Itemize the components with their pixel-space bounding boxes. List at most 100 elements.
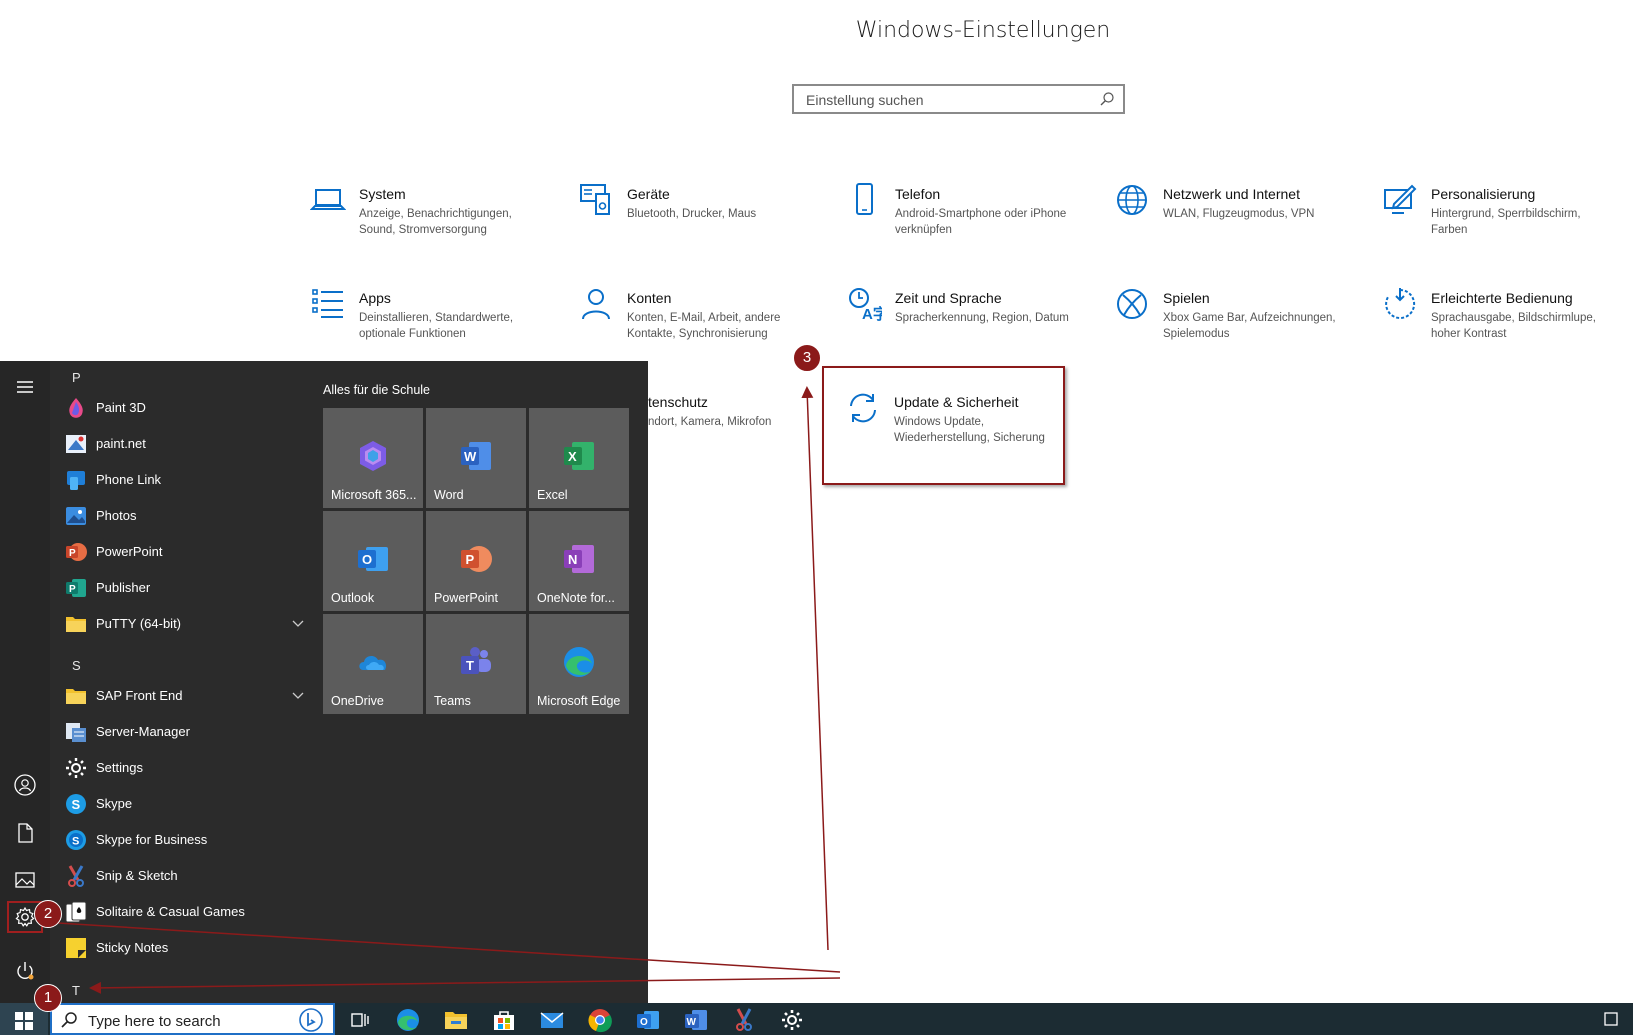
app-name: Settings [96, 760, 143, 775]
tile-description: Xbox Game Bar, Aufzeichnungen, Spielemod… [1163, 312, 1336, 340]
start-tile-excel[interactable]: X Excel [529, 408, 629, 508]
gear-icon[interactable] [779, 1007, 805, 1033]
settings-tile-accounts[interactable]: Konten Konten, E-Mail, Arbeit, andere Ko… [578, 286, 828, 366]
app-sap-front-end-folder[interactable]: SAP Front End [64, 681, 354, 711]
app-snip-sketch[interactable]: Snip & Sketch [64, 861, 354, 891]
tile-description: WLAN, Flugzeugmodus, VPN [1163, 208, 1315, 220]
folder-icon [66, 617, 86, 632]
settings-tile-apps[interactable]: Apps Deinstallieren, Standardwerte, opti… [310, 286, 560, 366]
gear-icon [66, 758, 86, 778]
app-putty-folder[interactable]: PuTTY (64-bit) [64, 609, 354, 639]
app-skype[interactable]: S Skype [64, 789, 354, 819]
svg-text:S: S [72, 797, 81, 812]
excel-icon: X [564, 442, 594, 470]
tile-title: tenschutz [648, 394, 708, 410]
tile-description: Sprachausgabe, Bildschirmlupe, hoher Kon… [1431, 312, 1596, 340]
app-solitaire[interactable]: Solitaire & Casual Games [64, 897, 354, 927]
start-tile-powerpoint[interactable]: P PowerPoint [426, 511, 526, 611]
outlook-icon[interactable]: O [635, 1007, 661, 1033]
app-photos[interactable]: Photos [64, 501, 354, 531]
edge-icon[interactable] [395, 1007, 421, 1033]
taskbar-search-box[interactable] [50, 1003, 335, 1035]
app-name: Skype [96, 796, 133, 811]
notification-icon[interactable] [1603, 1011, 1619, 1027]
svg-text:T: T [466, 658, 474, 673]
tile-title: Geräte [627, 186, 670, 202]
settings-tile-phone[interactable]: Telefon Android-Smartphone oder iPhone v… [846, 182, 1096, 262]
apps-list-icon [312, 289, 343, 318]
phone-icon [856, 183, 873, 215]
power-icon[interactable] [13, 959, 37, 983]
tile-description: ndort, Kamera, Mikrofon [648, 416, 772, 428]
settings-tile-personalization[interactable]: Personalisierung Hintergrund, Sperrbilds… [1382, 182, 1632, 262]
app-server-manager[interactable]: Server-Manager [64, 717, 354, 747]
start-tile-microsoft-365[interactable]: Microsoft 365... [323, 408, 423, 508]
user-account-icon[interactable] [13, 773, 37, 797]
start-tile-edge[interactable]: Microsoft Edge [529, 614, 629, 714]
start-tile-word[interactable]: W Word [426, 408, 526, 508]
app-name: PuTTY (64-bit) [96, 616, 182, 631]
start-tile-onenote[interactable]: N OneNote for... [529, 511, 629, 611]
letter-header-s[interactable]: S [72, 658, 81, 673]
globe-icon [1117, 185, 1147, 215]
task-view-icon[interactable] [347, 1007, 373, 1033]
app-name: Sticky Notes [96, 940, 169, 955]
app-powerpoint[interactable]: P PowerPoint [64, 537, 354, 567]
start-tile-teams[interactable]: T Teams [426, 614, 526, 714]
documents-icon[interactable] [13, 821, 37, 845]
pictures-icon[interactable] [13, 868, 37, 892]
chevron-down-icon[interactable] [292, 690, 304, 700]
teams-icon: T [461, 647, 491, 674]
hamburger-icon[interactable] [13, 375, 37, 399]
publisher-icon: P [66, 579, 86, 597]
app-phone-link[interactable]: Phone Link [64, 465, 354, 495]
settings-tile-network[interactable]: Netzwerk und Internet WLAN, Flugzeugmodu… [1114, 182, 1364, 262]
settings-tile-time-language[interactable]: A字 Zeit und Sprache Spracherkennung, Reg… [846, 286, 1096, 366]
app-paint-3d[interactable]: Paint 3D [64, 393, 354, 423]
photos-icon [66, 507, 86, 525]
settings-search-input[interactable] [804, 86, 1098, 114]
skype-icon: S [66, 794, 86, 814]
paint-3d-icon [69, 398, 83, 418]
microsoft-store-icon[interactable] [491, 1007, 517, 1033]
tile-description: Hintergrund, Sperrbildschirm, Farben [1431, 208, 1581, 236]
svg-text:S: S [72, 836, 79, 848]
tile-label: Excel [537, 488, 568, 502]
outlook-icon: O [358, 547, 388, 571]
folder-icon [66, 689, 86, 704]
settings-tile-devices[interactable]: Geräte Bluetooth, Drucker, Maus [578, 182, 828, 262]
letter-header-t[interactable]: T [72, 983, 80, 998]
app-name: Photos [96, 508, 137, 523]
file-explorer-icon[interactable] [443, 1007, 469, 1033]
search-icon[interactable] [1099, 91, 1115, 107]
start-tile-outlook[interactable]: O Outlook [323, 511, 423, 611]
svg-text:O: O [362, 552, 372, 567]
app-publisher[interactable]: P Publisher [64, 573, 354, 603]
settings-tile-gaming[interactable]: Spielen Xbox Game Bar, Aufzeichnungen, S… [1114, 286, 1364, 366]
chrome-icon[interactable] [587, 1007, 613, 1033]
settings-tile-system[interactable]: System Anzeige, Benachrichtigungen, Soun… [310, 182, 560, 262]
app-settings[interactable]: Settings [64, 753, 354, 783]
mail-icon[interactable] [539, 1007, 565, 1033]
phone-link-icon [67, 471, 85, 490]
snip-sketch-icon[interactable] [731, 1007, 757, 1033]
tiles-group-heading[interactable]: Alles für die Schule [323, 383, 430, 397]
tile-title: Spielen [1163, 290, 1210, 306]
bing-icon[interactable] [299, 1008, 323, 1032]
app-name: Solitaire & Casual Games [96, 904, 245, 919]
chevron-down-icon[interactable] [292, 618, 304, 628]
taskbar-search-input[interactable] [86, 1009, 290, 1033]
step-badge-2: 2 [34, 900, 62, 928]
app-skype-for-business[interactable]: S Skype for Business [64, 825, 354, 855]
letter-header-p[interactable]: P [72, 370, 81, 385]
start-tile-onedrive[interactable]: OneDrive [323, 614, 423, 714]
tile-description: Konten, E-Mail, Arbeit, andere Kontakte,… [627, 312, 781, 340]
app-paint-net[interactable]: paint.net [64, 429, 354, 459]
settings-tile-ease-of-access[interactable]: Erleichterte Bedienung Sprachausgabe, Bi… [1382, 286, 1632, 366]
word-icon[interactable]: W [683, 1007, 709, 1033]
powerpoint-icon: P [66, 543, 87, 561]
tile-label: Word [434, 488, 464, 502]
settings-search-box[interactable] [792, 84, 1125, 114]
app-sticky-notes[interactable]: Sticky Notes [64, 933, 354, 963]
xbox-icon [1117, 289, 1147, 319]
